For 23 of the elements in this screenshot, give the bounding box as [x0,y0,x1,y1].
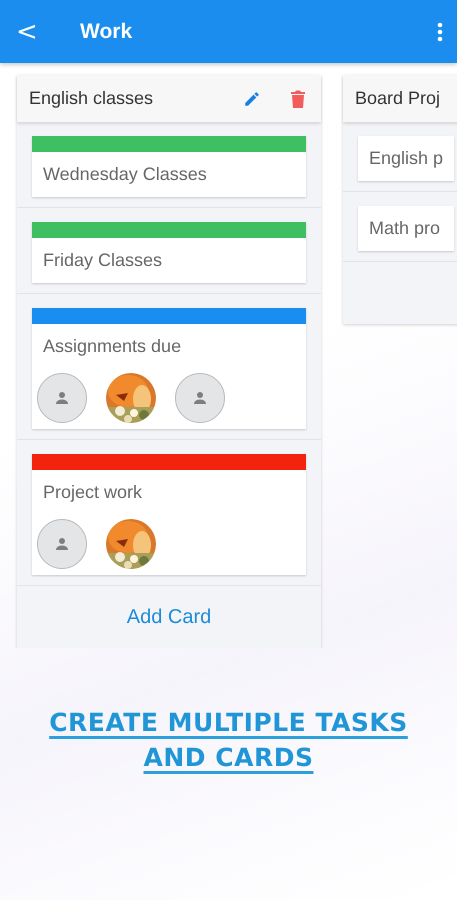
screen-title: Work [80,20,134,44]
card-title: Friday Classes [42,249,164,272]
person-icon [54,536,70,552]
list-title: English classes [29,88,154,109]
caption-text: AND CARDS [144,743,314,772]
caption-text: CREATE MULTIPLE TASKS [49,708,408,737]
edit-icon[interactable] [243,90,261,108]
task-card[interactable]: Project work [32,454,306,575]
more-options-icon[interactable] [437,22,443,42]
back-button[interactable]: < [16,16,36,46]
task-card[interactable]: English p [358,136,454,181]
person-icon [192,390,208,406]
person-icon [54,390,70,406]
task-card[interactable]: Math pro [358,206,454,251]
card-title: Project work [42,481,144,504]
card-title: Wednesday Classes [42,163,208,186]
task-card[interactable]: Wednesday Classes [32,136,306,197]
card-title: Assignments due [42,335,182,358]
delete-icon[interactable] [291,90,305,108]
list-title: Board Proj [355,88,442,109]
add-card-button[interactable]: Add Card [17,586,321,648]
task-card[interactable]: Assignments due [32,308,306,429]
task-card[interactable]: Friday Classes [32,222,306,283]
